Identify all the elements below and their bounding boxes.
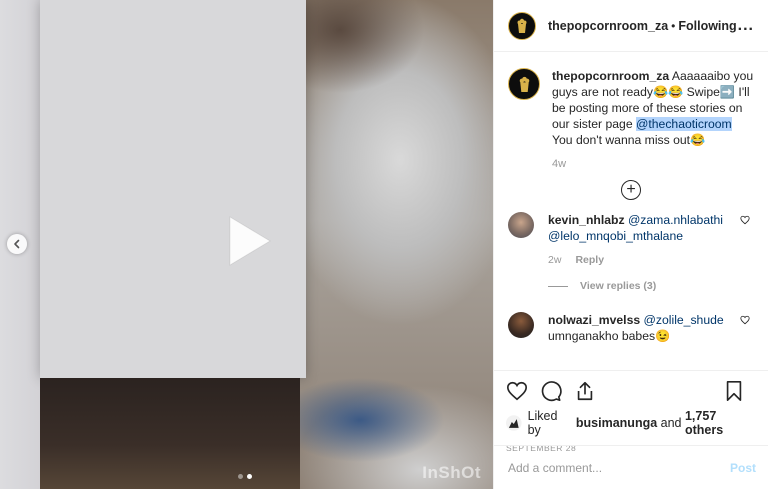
caption-avatar[interactable] (508, 68, 540, 100)
share-icon (577, 381, 593, 401)
post-modal: InShOt thepopcornroom_za • Following ... (0, 0, 768, 489)
heart-icon (507, 381, 527, 401)
popcorn-logo-icon (519, 76, 529, 92)
comment-button[interactable] (540, 380, 562, 402)
share-button[interactable] (574, 380, 596, 402)
post-header: thepopcornroom_za • Following ... (494, 0, 768, 52)
likes-count-button[interactable]: 1,757 others (685, 409, 756, 437)
comment-text: umnganakho babes😉 (548, 329, 671, 343)
comment-input[interactable]: Add a comment... (508, 461, 602, 475)
caption-body: thepopcornroom_za Aaaaaaibo you guys are… (552, 68, 754, 172)
commenter-avatar[interactable] (508, 312, 534, 338)
comment-mention[interactable]: @zama.nhlabathi (628, 213, 723, 227)
view-replies-button[interactable]: View replies (3) (548, 278, 754, 294)
comment-meta: 2w Reply (548, 252, 754, 268)
carousel-dot (238, 474, 243, 479)
comments-list[interactable]: thepopcornroom_za Aaaaaaibo you guys are… (494, 52, 768, 370)
comment-body: nolwazi_mvelss @zolile_shude umnganakho … (548, 312, 754, 344)
post-comment-button[interactable]: Post (730, 461, 756, 475)
liker-username[interactable]: busimanunga (576, 416, 657, 430)
comment-age[interactable]: 2w (548, 254, 561, 266)
reply-button[interactable]: Reply (575, 254, 604, 266)
carousel-dots (238, 474, 252, 479)
profile-avatar[interactable] (508, 11, 536, 40)
chevron-left-icon (14, 239, 20, 249)
comment-like-icon[interactable] (740, 315, 750, 325)
bookmark-icon (726, 381, 742, 401)
post-sidebar: thepopcornroom_za • Following ... thepop… (493, 0, 768, 489)
comment-like-icon[interactable] (740, 215, 750, 225)
carousel-dot-active (247, 474, 252, 479)
commenter-avatar[interactable] (508, 212, 534, 238)
following-button[interactable]: Following (678, 19, 736, 33)
like-button[interactable] (506, 380, 528, 402)
popcorn-logo-icon (517, 18, 527, 33)
add-comment-bar: Add a comment... Post (494, 445, 768, 489)
comment-mention[interactable]: @lelo_mnqobi_mthalane (548, 229, 683, 243)
caption-username[interactable]: thepopcornroom_za (552, 69, 669, 83)
likes-middle: and (657, 416, 685, 430)
comment-username[interactable]: kevin_nhlabz (548, 213, 625, 227)
comment-item: kevin_nhlabz @zama.nhlabathi @lelo_mnqob… (508, 212, 754, 294)
header-separator: • (671, 18, 676, 33)
inshot-watermark: InShOt (422, 463, 481, 482)
comment-bubble-icon (541, 381, 562, 402)
comment-item: nolwazi_mvelss @zolile_shude umnganakho … (508, 312, 754, 344)
post-actions: Liked by busimanunga and 1,757 others Se… (494, 370, 768, 453)
header-username[interactable]: thepopcornroom_za (548, 19, 668, 33)
comment-body: kevin_nhlabz @zama.nhlabathi @lelo_mnqob… (548, 212, 754, 294)
video-overlay-panel (40, 0, 306, 378)
more-options-button[interactable]: ... (738, 17, 754, 35)
play-icon[interactable] (220, 213, 276, 269)
likes-summary: Liked by busimanunga and 1,757 others (506, 409, 756, 437)
previous-slide-button[interactable] (7, 234, 27, 254)
caption-mention[interactable]: @thechaoticroom (636, 117, 732, 131)
view-replies-label: View replies (3) (580, 280, 657, 292)
caption-age[interactable]: 4w (552, 156, 754, 172)
video-media[interactable]: InShOt (0, 0, 493, 489)
replies-divider (548, 285, 568, 287)
load-more-comments-button[interactable]: + (621, 180, 641, 200)
liker-avatar-icon[interactable] (506, 415, 522, 431)
save-button[interactable] (724, 380, 744, 402)
action-icons (506, 379, 756, 403)
load-more-wrap: + (508, 180, 754, 200)
likes-prefix: Liked by (527, 409, 558, 437)
comment-username[interactable]: nolwazi_mvelss (548, 313, 640, 327)
comment-mention[interactable]: @zolile_shude (644, 313, 724, 327)
caption-text-end: You don't wanna miss out😂 (552, 133, 706, 147)
post-caption: thepopcornroom_za Aaaaaaibo you guys are… (508, 68, 754, 172)
video-frame-bottom (40, 378, 300, 489)
